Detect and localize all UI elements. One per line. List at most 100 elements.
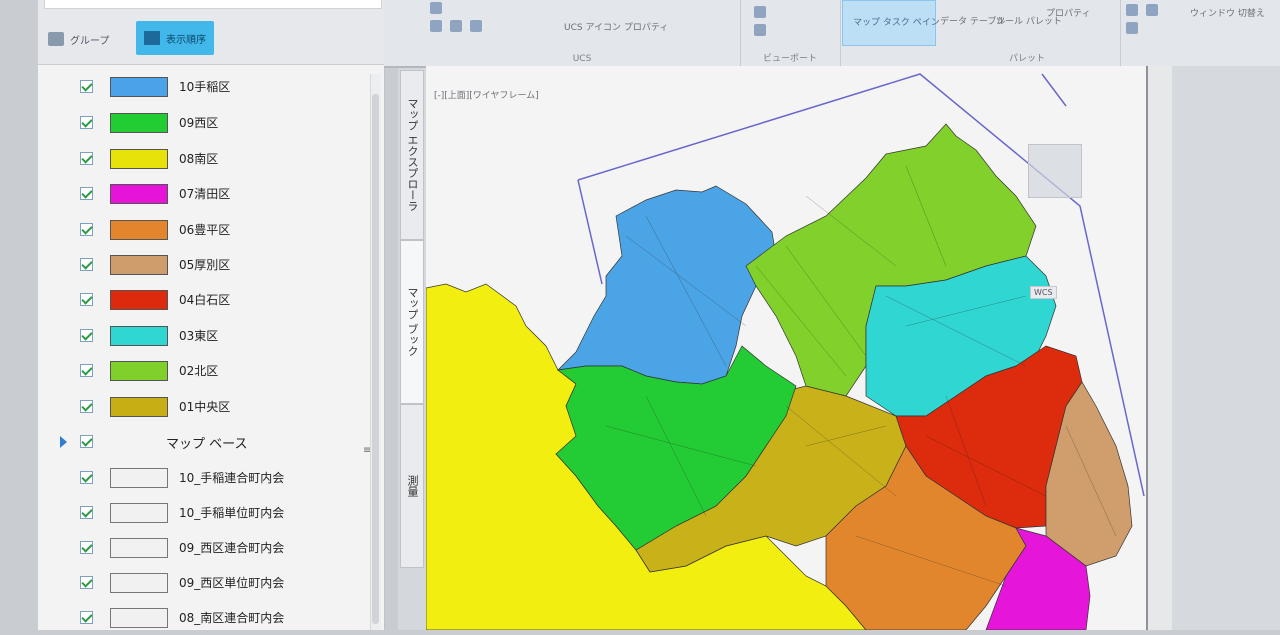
layer-group-label: マップ ベース <box>166 437 248 452</box>
layer-checkbox[interactable] <box>80 611 93 624</box>
ucs-icon[interactable] <box>430 20 442 32</box>
group-checkbox[interactable] <box>80 435 93 448</box>
layer-row[interactable]: 09西区 <box>38 104 368 140</box>
map-task-pane-button[interactable]: マップ タスク ペイン <box>842 0 940 46</box>
switch-window-button[interactable]: ウィンドウ 切替え <box>1190 6 1265 19</box>
layer-swatch <box>110 326 168 346</box>
group-button[interactable]: グループ <box>48 28 109 50</box>
tab-label: 測量 <box>406 475 419 497</box>
layer-label: 07清田区 <box>179 187 231 201</box>
layer-group-row[interactable]: マップ ベース <box>38 423 368 459</box>
viewport-frame-edge <box>577 179 603 285</box>
layer-list-scrollbar[interactable] <box>370 74 381 630</box>
layer-panel: グループ 表示順序 10手稲区 09西区 08南区 07清田区 06豊平区 05… <box>38 0 385 630</box>
tab-survey[interactable]: 測量 <box>400 404 424 568</box>
right-panel <box>1172 66 1280 630</box>
ribbon-group-label: ビューポート <box>762 54 817 64</box>
layer-checkbox[interactable] <box>80 576 93 589</box>
layer-swatch <box>110 149 168 169</box>
layer-swatch <box>110 290 168 310</box>
layer-row[interactable]: 09_西区連合町内会 <box>38 529 368 565</box>
layer-row[interactable]: 10_手稲単位町内会 <box>38 494 368 530</box>
canvas-edge-strip <box>1146 66 1174 630</box>
layer-label: 09西区 <box>179 116 219 130</box>
layer-swatch <box>110 184 168 204</box>
tab-map-explorer[interactable]: マップ エクスプローラ <box>400 70 424 240</box>
ucs-icon[interactable] <box>430 2 442 14</box>
group-icon <box>48 32 64 46</box>
layer-label: 09_西区単位町内会 <box>179 576 285 590</box>
layer-row[interactable]: 05厚別区 <box>38 246 368 282</box>
tab-label: マップ エクスプローラ <box>406 98 419 212</box>
ribbon-group-label: UCS <box>572 54 592 64</box>
layer-checkbox[interactable] <box>80 293 93 306</box>
layer-row[interactable]: 10手稲区 <box>38 68 368 104</box>
layer-checkbox[interactable] <box>80 223 93 236</box>
wcs-badge[interactable]: WCS <box>1030 286 1057 299</box>
layer-row[interactable]: 08南区 <box>38 140 368 176</box>
display-order-button[interactable]: 表示順序 <box>136 21 214 55</box>
layer-label: 04白石区 <box>179 293 231 307</box>
layer-swatch <box>110 361 168 381</box>
layer-swatch <box>110 608 168 628</box>
palette-icon[interactable] <box>1146 4 1158 16</box>
navigation-cube-icon[interactable] <box>1028 144 1082 198</box>
layer-label: 01中央区 <box>179 400 231 414</box>
layer-label: 02北区 <box>179 364 219 378</box>
layer-label: 08_南区連合町内会 <box>179 611 285 625</box>
layer-checkbox[interactable] <box>80 400 93 413</box>
viewport-title[interactable]: [-][上面][ワイヤフレーム] <box>434 88 539 101</box>
layer-row[interactable]: 06豊平区 <box>38 211 368 247</box>
layer-row[interactable]: 09_西区単位町内会 <box>38 564 368 600</box>
layer-label: 10手稲区 <box>179 80 231 94</box>
layer-swatch <box>110 573 168 593</box>
scrollbar-thumb[interactable] <box>372 94 379 624</box>
layer-label: 09_西区連合町内会 <box>179 541 285 555</box>
layer-panel-toolbar: グループ 表示順序 <box>38 0 384 65</box>
tab-label: マップ ブック <box>406 287 419 357</box>
layer-swatch <box>110 538 168 558</box>
ucs-icon-properties[interactable]: UCS アイコン プロパティ <box>564 20 668 33</box>
properties-button[interactable]: プロパティ <box>1046 6 1090 19</box>
layer-swatch <box>110 77 168 97</box>
layer-swatch <box>110 255 168 275</box>
display-order-icon <box>144 31 160 45</box>
layer-list: 10手稲区 09西区 08南区 07清田区 06豊平区 05厚別区 04白石区 … <box>38 66 368 630</box>
layer-row[interactable]: 02北区 <box>38 352 368 388</box>
expand-arrow-icon[interactable] <box>60 436 67 448</box>
layer-row[interactable]: 04白石区 <box>38 281 368 317</box>
layer-checkbox[interactable] <box>80 80 93 93</box>
layer-row[interactable]: 03東区 <box>38 317 368 353</box>
layer-label: 03東区 <box>179 329 219 343</box>
layer-checkbox[interactable] <box>80 258 93 271</box>
layer-checkbox[interactable] <box>80 506 93 519</box>
layer-checkbox[interactable] <box>80 541 93 554</box>
layer-swatch <box>110 468 168 488</box>
viewport-icon[interactable] <box>754 6 766 18</box>
layer-checkbox[interactable] <box>80 116 93 129</box>
ucs-icon[interactable] <box>470 20 482 32</box>
layer-label: 06豊平区 <box>179 223 231 237</box>
layer-checkbox[interactable] <box>80 364 93 377</box>
ucs-icon[interactable] <box>450 20 462 32</box>
layer-row[interactable]: 10_手稲連合町内会 <box>38 459 368 495</box>
layer-label: 05厚別区 <box>179 258 231 272</box>
ribbon-group-label: パレット <box>1008 54 1045 64</box>
layer-checkbox[interactable] <box>80 152 93 165</box>
palette-icon[interactable] <box>1126 22 1138 34</box>
display-order-button-label: 表示順序 <box>166 34 206 46</box>
viewport-icon[interactable] <box>754 24 766 36</box>
layer-label: 10_手稲単位町内会 <box>179 506 285 520</box>
layer-checkbox[interactable] <box>80 471 93 484</box>
viewport-frame-edge <box>1041 73 1067 107</box>
ribbon-group-viewport: ビューポート <box>740 0 841 66</box>
layer-row[interactable]: 07清田区 <box>38 175 368 211</box>
tab-map-book[interactable]: マップ ブック <box>400 240 424 404</box>
palette-icon[interactable] <box>1126 4 1138 16</box>
layer-checkbox[interactable] <box>80 329 93 342</box>
search-bar[interactable] <box>44 0 382 9</box>
layer-checkbox[interactable] <box>80 187 93 200</box>
ribbon-group-ucs: UCS アイコン プロパティ UCS <box>424 0 741 66</box>
layer-row[interactable]: 01中央区 <box>38 388 368 424</box>
map-task-pane-label: マップ タスク ペイン <box>853 18 940 28</box>
